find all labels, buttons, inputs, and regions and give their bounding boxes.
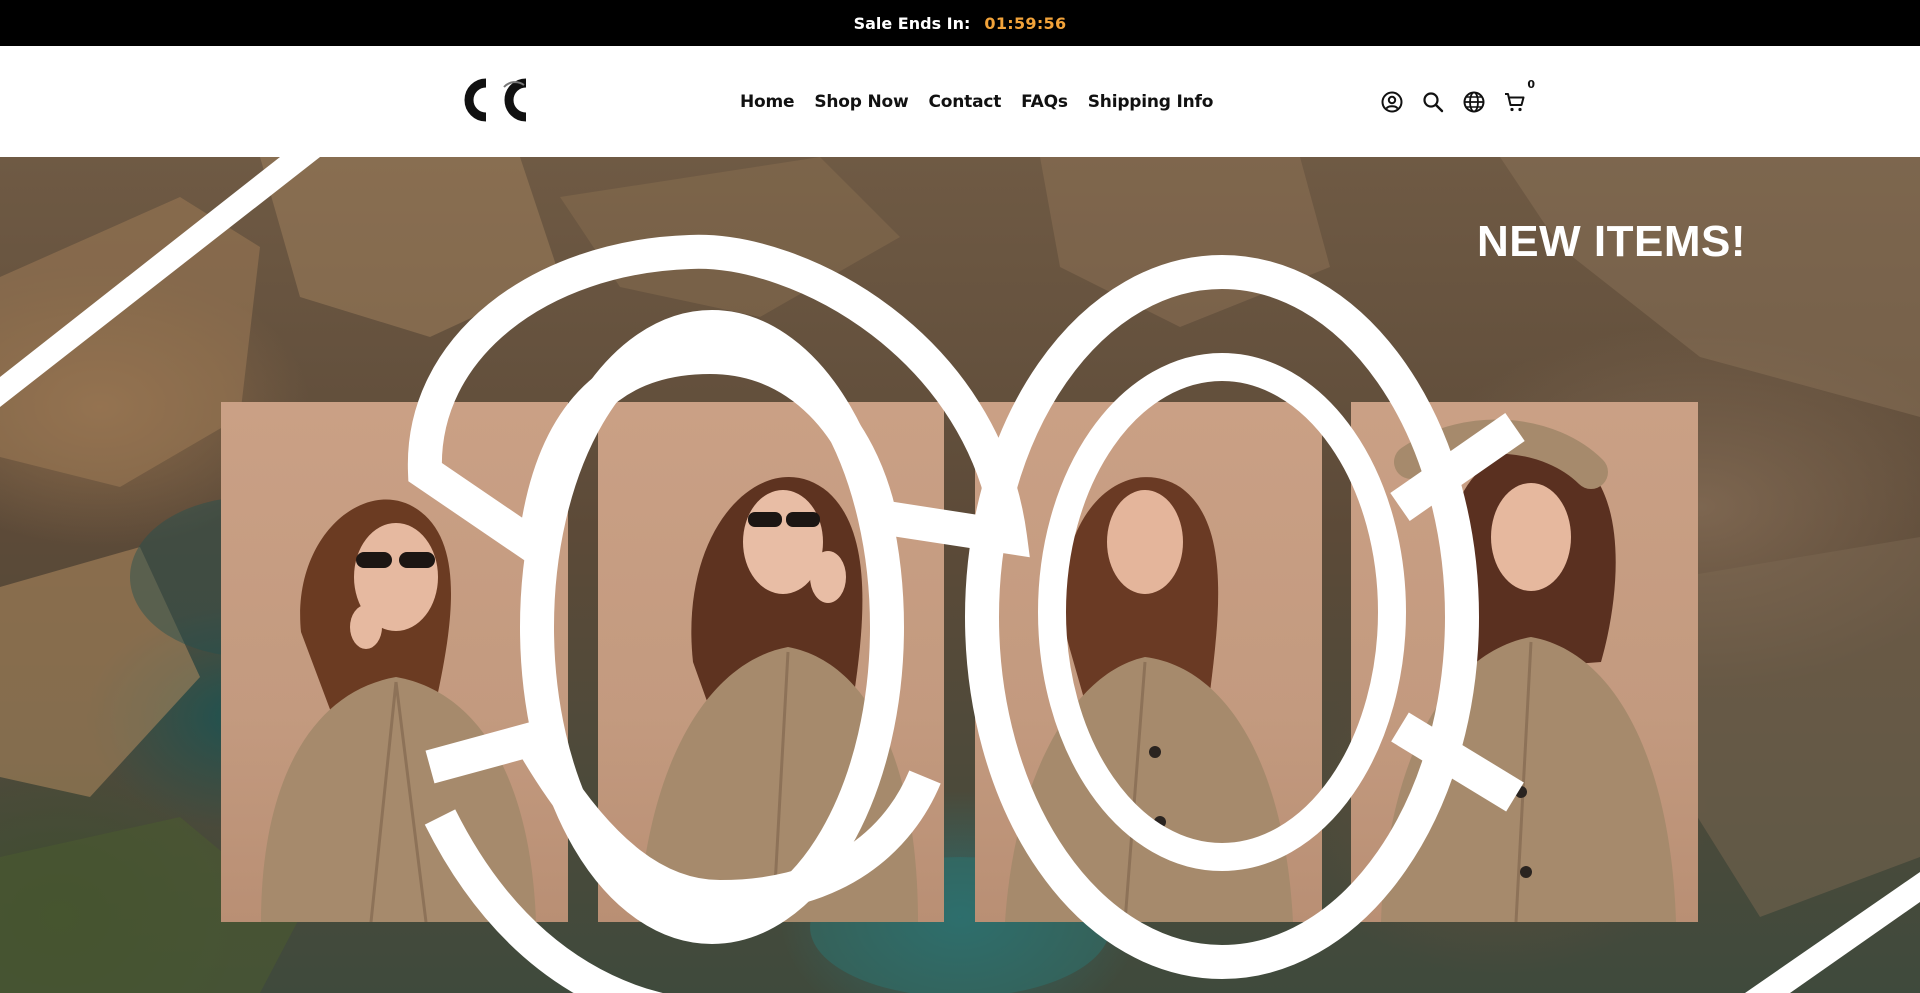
nav-faqs[interactable]: FAQs: [1021, 92, 1068, 112]
model-photo-3[interactable]: [975, 402, 1322, 922]
sale-countdown: 01:59:56: [984, 13, 1067, 33]
account-icon[interactable]: [1380, 90, 1404, 114]
cart-count-badge: 0: [1527, 77, 1535, 91]
nav-shipping-info[interactable]: Shipping Info: [1088, 92, 1214, 112]
cc-logo-icon[interactable]: [456, 73, 538, 127]
announcement-bar: Sale Ends In: 01:59:56: [0, 0, 1920, 46]
model-photo-4[interactable]: [1351, 402, 1698, 922]
nav-shop-now[interactable]: Shop Now: [814, 92, 908, 112]
main-nav: Home Shop Now Contact FAQs Shipping Info: [740, 46, 1213, 157]
model-photo-2[interactable]: [598, 402, 944, 922]
nav-contact[interactable]: Contact: [928, 92, 1001, 112]
hero-title: NEW ITEMS!: [1477, 217, 1746, 266]
globe-icon[interactable]: [1462, 90, 1486, 114]
site-header: Home Shop Now Contact FAQs Shipping Info…: [0, 46, 1920, 157]
nav-home[interactable]: Home: [740, 92, 795, 112]
model-photo-1[interactable]: [221, 402, 568, 922]
cart-icon[interactable]: 0: [1503, 78, 1535, 114]
sale-label: Sale Ends In:: [853, 13, 971, 33]
search-icon[interactable]: [1421, 90, 1445, 114]
hero-banner[interactable]: NEW ITEMS!: [0, 157, 1920, 993]
header-icons: 0: [1380, 46, 1535, 157]
